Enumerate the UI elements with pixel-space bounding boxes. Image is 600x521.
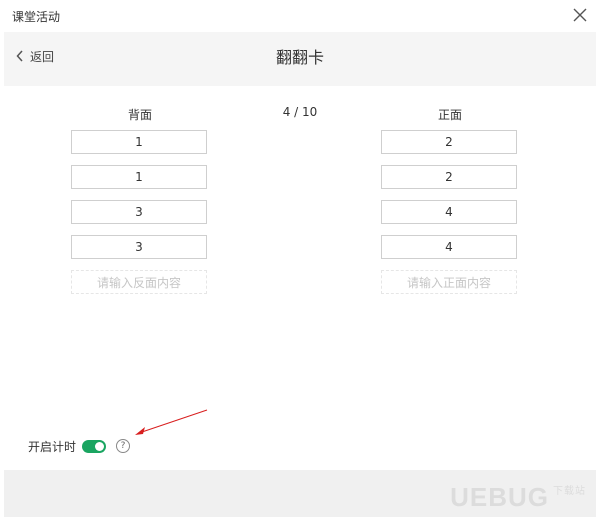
toggle-knob <box>95 441 105 451</box>
footer-bar: UEBUG 下载站 <box>4 470 596 517</box>
timer-setting: 开启计时 ? <box>28 436 131 456</box>
annotation-arrow <box>135 409 208 435</box>
watermark-sub: 下载站 <box>553 486 586 497</box>
watermark-logo: UEBUG 下载站 <box>450 482 586 513</box>
timer-label: 开启计时 <box>28 439 77 454</box>
title-bar: 课堂活动 <box>0 0 600 32</box>
card-editor: 背面 4 / 10 正面 1 1 3 3 请输入反面内容 2 2 4 4 请输入… <box>4 86 596 470</box>
close-icon <box>573 8 587 22</box>
window-title: 课堂活动 <box>12 10 61 24</box>
page-header: 返回 翻翻卡 <box>4 32 596 86</box>
timer-toggle[interactable] <box>82 439 107 453</box>
question-icon[interactable]: ? <box>116 439 131 453</box>
watermark-text: UEBUG <box>450 482 549 512</box>
dialog-window: 课堂活动 返回 翻翻卡 背面 4 / 10 正面 1 1 3 3 请输入反面内容… <box>0 0 600 521</box>
close-button[interactable] <box>570 5 590 25</box>
page-title: 翻翻卡 <box>275 48 324 67</box>
